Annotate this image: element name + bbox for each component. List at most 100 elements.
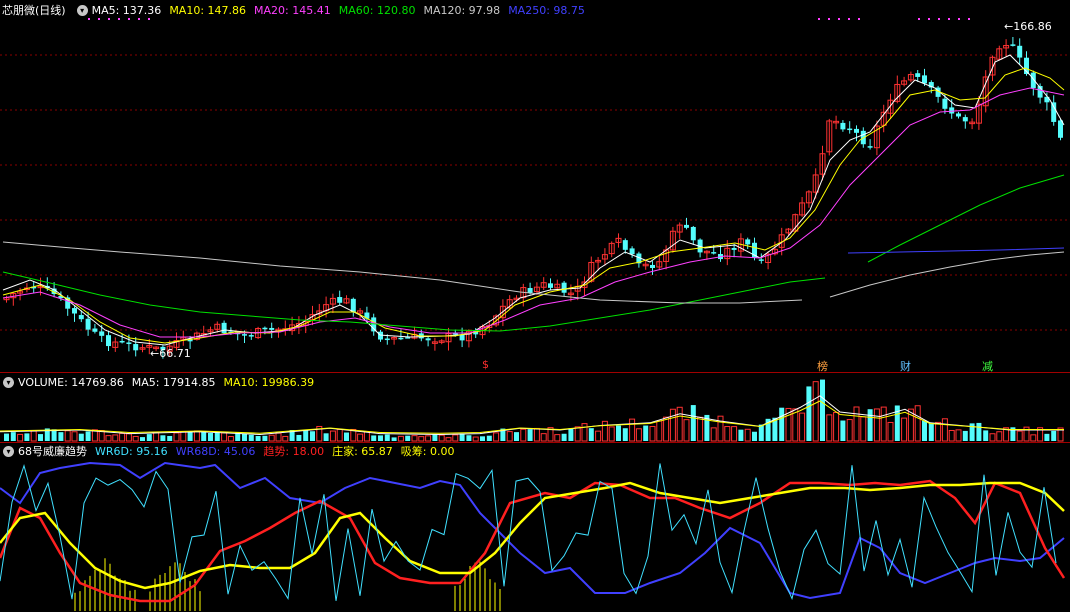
volume-bar-up bbox=[996, 431, 1003, 442]
volume-bar-up bbox=[445, 437, 452, 442]
ma-legend-item-3: MA60: 120.80 bbox=[338, 3, 416, 17]
candle-down bbox=[758, 259, 764, 261]
signal-dot bbox=[848, 18, 850, 20]
signal-dot bbox=[88, 18, 90, 20]
candle-down bbox=[745, 239, 751, 245]
candle-down bbox=[942, 98, 948, 109]
candle-down bbox=[119, 340, 125, 343]
volume-bar-up bbox=[663, 416, 670, 442]
volume-bar-down bbox=[187, 432, 193, 441]
volume-bar-down bbox=[344, 432, 349, 441]
volume-bar-up bbox=[30, 430, 37, 442]
volume-bar-up bbox=[452, 434, 459, 442]
price-chart[interactable] bbox=[0, 0, 1070, 372]
collapse-volume-icon[interactable]: ▾ bbox=[3, 376, 14, 388]
ma-legend-item-4: MA120: 97.98 bbox=[423, 3, 501, 17]
volume-bar-up bbox=[554, 434, 561, 442]
signal-dot bbox=[138, 18, 140, 20]
volume-bar-up bbox=[520, 428, 527, 442]
volume-bar-down bbox=[928, 423, 934, 441]
volume-bar-down bbox=[480, 436, 485, 441]
candle-down bbox=[337, 297, 343, 303]
volume-bar-down bbox=[167, 435, 173, 441]
volume-bar-up bbox=[411, 435, 418, 442]
ma-legend-item-0: MA5: 137.36 bbox=[91, 3, 162, 17]
indicator-legend: ▾ 68号威廉趋势 WR6D: 95.16 WR68D: 45.06 趋势: 18.0… bbox=[0, 443, 462, 459]
candle-down bbox=[711, 252, 717, 254]
candle-down bbox=[629, 248, 635, 255]
candle-down bbox=[248, 335, 254, 337]
volume-bar-down bbox=[983, 430, 989, 441]
collapse-indicator-icon[interactable]: ▾ bbox=[3, 445, 14, 457]
volume-bar-up bbox=[363, 431, 370, 442]
volume-bar-down bbox=[738, 429, 744, 441]
volume-bar-up bbox=[635, 428, 642, 442]
candle-down bbox=[915, 73, 921, 77]
volume-bar-up bbox=[948, 429, 955, 442]
volume-bar-up bbox=[397, 435, 404, 442]
volume-bar-down bbox=[1044, 433, 1050, 441]
candle-down bbox=[384, 338, 390, 341]
volume-bar-down bbox=[58, 432, 64, 441]
volume-bar-down bbox=[922, 420, 927, 441]
signal-dot bbox=[838, 18, 840, 20]
candle-down bbox=[956, 113, 961, 117]
volume-bar-up bbox=[173, 432, 180, 442]
high-price-label: ←166.86 bbox=[1004, 20, 1052, 33]
volume-bar-up bbox=[873, 408, 880, 442]
indicator-legend-item-4: 庄家: 65.87 bbox=[332, 445, 393, 458]
volume-bar-up bbox=[812, 381, 819, 442]
volume-bar-down bbox=[242, 433, 247, 441]
volume-bar-up bbox=[221, 432, 228, 442]
candle-down bbox=[690, 226, 696, 241]
volume-bar-down bbox=[690, 405, 696, 441]
volume-bar-down bbox=[10, 432, 16, 441]
candle-down bbox=[1010, 44, 1016, 46]
candle-down bbox=[1017, 45, 1023, 58]
indicator-legend-item-0: 68号威廉趋势 bbox=[18, 445, 87, 458]
stock-chart-window: 芯朋微(日线) ▾ MA5: 137.36 MA10: 147.86 MA20: 1… bbox=[0, 0, 1070, 612]
signal-dot bbox=[128, 18, 130, 20]
candle-down bbox=[269, 327, 275, 330]
candle-down bbox=[92, 328, 98, 332]
indicator-chart[interactable] bbox=[0, 443, 1070, 612]
candle-down bbox=[126, 342, 132, 344]
candle-down bbox=[398, 337, 404, 340]
indicator-legend-item-1: WR6D: 95.16 bbox=[95, 445, 168, 458]
volume-bar-up bbox=[506, 431, 513, 442]
marker-dollar[interactable]: $ bbox=[482, 358, 489, 371]
volume-bar-up bbox=[595, 430, 602, 442]
indicator-legend-item-2: WR68D: 45.06 bbox=[175, 445, 256, 458]
volume-bar-up bbox=[493, 432, 500, 442]
volume-bar-down bbox=[323, 433, 329, 441]
volume-bar-up bbox=[629, 418, 636, 442]
candle-down bbox=[684, 224, 689, 228]
volume-bar-down bbox=[255, 436, 261, 441]
collapse-main-icon[interactable]: ▾ bbox=[76, 4, 88, 16]
candle-down bbox=[650, 264, 655, 269]
volume-bar-down bbox=[24, 433, 30, 441]
volume-bar-down bbox=[962, 430, 968, 441]
volume-bar-down bbox=[160, 435, 166, 441]
candle-down bbox=[99, 331, 105, 336]
candle-down bbox=[949, 107, 955, 114]
volume-bar-down bbox=[976, 422, 982, 441]
volume-bar-down bbox=[405, 435, 411, 441]
volume-bar-up bbox=[275, 432, 282, 442]
ma120-line bbox=[2, 241, 803, 304]
low-price-label: ←66.71 bbox=[150, 347, 191, 360]
volume-bar-up bbox=[418, 436, 425, 442]
volume-bar-up bbox=[336, 428, 343, 442]
volume-bar-up bbox=[119, 432, 126, 442]
candle-down bbox=[1051, 102, 1057, 122]
volume-bar-up bbox=[710, 427, 717, 442]
volume-bar-up bbox=[227, 436, 234, 442]
signal-dot bbox=[948, 18, 950, 20]
signal-dot bbox=[938, 18, 940, 20]
signal-dot bbox=[98, 18, 100, 20]
indicator-legend-item-3: 趋势: 18.00 bbox=[263, 445, 325, 458]
candle-down bbox=[847, 128, 853, 131]
volume-bar-down bbox=[568, 428, 574, 441]
candle-down bbox=[221, 322, 227, 334]
volume-bar-down bbox=[378, 435, 383, 441]
